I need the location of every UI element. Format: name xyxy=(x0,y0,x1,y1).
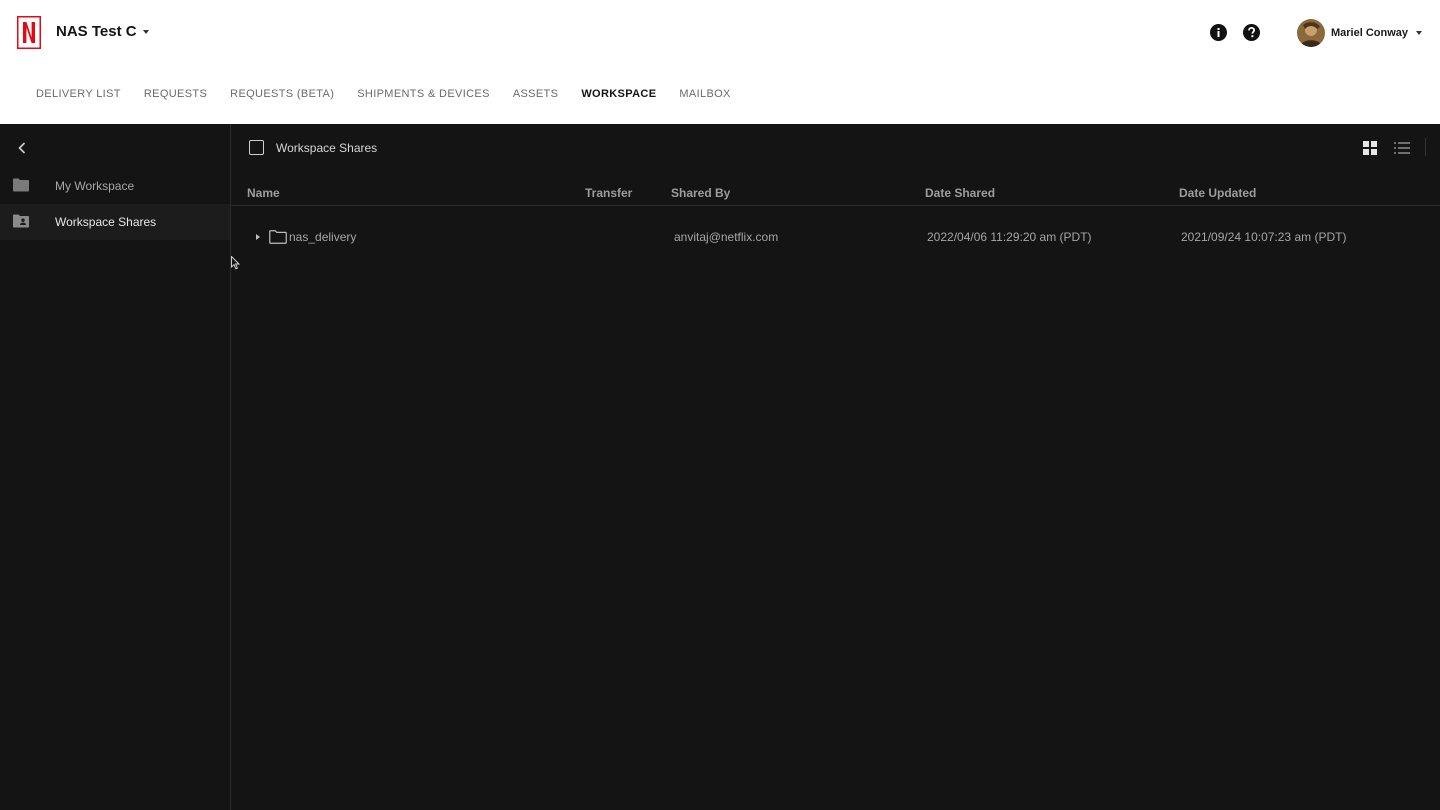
chevron-down-icon xyxy=(142,29,149,34)
user-name: Mariel Conway xyxy=(1331,27,1409,39)
row-name[interactable]: nas_delivery xyxy=(289,230,356,244)
folder-icon xyxy=(13,178,29,192)
table-header: Name Transfer Shared By Date Shared Date… xyxy=(231,180,1440,206)
select-all-checkbox[interactable] xyxy=(249,140,264,155)
help-icon[interactable] xyxy=(1243,24,1260,41)
nav-requests[interactable]: REQUESTS xyxy=(144,88,207,100)
column-header-transfer[interactable]: Transfer xyxy=(585,186,632,200)
nav-requests-beta[interactable]: REQUESTS (BETA) xyxy=(230,88,334,100)
sidebar: My Workspace Workspace Shares xyxy=(0,124,231,810)
user-menu[interactable]: Mariel Conway xyxy=(1297,19,1423,47)
org-switcher[interactable]: NAS Test C xyxy=(56,23,149,40)
table-row[interactable]: nas_delivery anvitaj@netflix.com 2022/04… xyxy=(231,222,1440,254)
divider xyxy=(1425,138,1426,156)
org-name: NAS Test C xyxy=(56,23,137,40)
netflix-logo[interactable] xyxy=(17,16,41,49)
sidebar-item-label: My Workspace xyxy=(55,179,135,193)
nav-workspace[interactable]: WORKSPACE xyxy=(581,88,656,100)
app-header: NAS Test C Mariel Conway DELIVERY LIST R… xyxy=(0,0,1440,124)
sidebar-item-label: Workspace Shares xyxy=(55,215,157,229)
chevron-down-icon xyxy=(1416,31,1423,35)
grid-view-icon[interactable] xyxy=(1362,140,1378,156)
shared-folder-icon xyxy=(13,214,29,228)
column-header-date-shared[interactable]: Date Shared xyxy=(925,186,995,200)
page-title: Workspace Shares xyxy=(276,141,378,155)
nav-shipments-devices[interactable]: SHIPMENTS & DEVICES xyxy=(357,88,490,100)
column-header-shared-by[interactable]: Shared By xyxy=(671,186,730,200)
nav-assets[interactable]: ASSETS xyxy=(513,88,559,100)
caret-right-icon[interactable] xyxy=(254,232,262,242)
row-date-shared: 2022/04/06 11:29:20 am (PDT) xyxy=(927,230,1092,244)
row-date-updated: 2021/09/24 10:07:23 am (PDT) xyxy=(1181,230,1347,244)
mouse-cursor-icon xyxy=(231,256,241,270)
column-header-date-updated[interactable]: Date Updated xyxy=(1179,186,1256,200)
column-header-name[interactable]: Name xyxy=(247,186,280,200)
list-view-icon[interactable] xyxy=(1394,140,1410,156)
row-shared-by: anvitaj@netflix.com xyxy=(674,230,779,244)
main-nav: DELIVERY LIST REQUESTS REQUESTS (BETA) S… xyxy=(36,88,754,100)
sidebar-item-my-workspace[interactable]: My Workspace xyxy=(0,168,230,204)
folder-icon xyxy=(269,230,287,244)
info-icon[interactable] xyxy=(1210,24,1227,41)
nav-mailbox[interactable]: MAILBOX xyxy=(679,88,730,100)
main-content: Workspace Shares Name Transfer Shared By… xyxy=(231,124,1440,810)
avatar xyxy=(1297,19,1325,47)
sidebar-item-workspace-shares[interactable]: Workspace Shares xyxy=(0,204,230,240)
chevron-left-icon[interactable] xyxy=(14,140,30,156)
nav-delivery-list[interactable]: DELIVERY LIST xyxy=(36,88,121,100)
